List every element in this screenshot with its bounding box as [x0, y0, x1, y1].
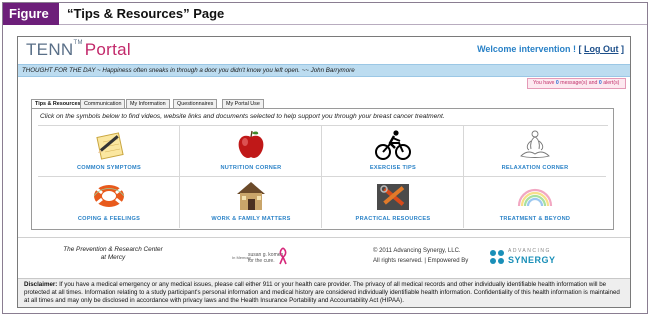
tab-my-information[interactable]: My Information — [126, 99, 170, 108]
category-common-symptoms[interactable]: Common Symptoms — [38, 126, 180, 177]
messages-prefix: You have — [533, 80, 555, 86]
thought-for-the-day: THOUGHT FOR THE DAY ~ Happiness often sn… — [18, 64, 630, 77]
category-label: Coping & feelings — [77, 216, 141, 222]
disclaimer-label: Disclaimer: — [24, 281, 58, 288]
tools-icon — [377, 184, 409, 210]
disclaimer-text: If you have a medical emergency or any m… — [24, 281, 620, 304]
synergy-mark-icon — [490, 250, 504, 264]
logo-tm: TM — [73, 40, 83, 46]
prc-line-2: at Mercy — [100, 254, 126, 261]
figure-badge: Figure — [3, 3, 59, 25]
pink-ribbon-icon — [279, 247, 287, 265]
copyright-line-1: © 2011 Advancing Synergy, LLC. — [373, 248, 461, 254]
komen-logo: In Memory susan g. komen for the cure. — [232, 246, 296, 268]
copyright: © 2011 Advancing Synergy, LLC. All right… — [373, 246, 468, 266]
pencil-notepad-icon — [96, 132, 124, 160]
welcome-area: Welcome intervention ! [ Log Out ] — [477, 44, 624, 54]
category-label: Relaxation Corner — [501, 165, 569, 171]
logout-bracket-close: ] — [621, 44, 624, 54]
category-label: Nutrition Corner — [220, 165, 282, 171]
category-nutrition-corner[interactable]: Nutrition Corner — [180, 126, 322, 177]
logo-main-text: TENN — [26, 40, 74, 59]
welcome-text: Welcome intervention ! — [477, 44, 576, 54]
category-label: Practical Resources — [355, 216, 431, 222]
rainbow-icon — [517, 188, 553, 207]
messages-suffix: alert(s) — [603, 80, 620, 86]
house-icon — [237, 182, 265, 210]
portal-window: TENNTM Portal Welcome intervention ! [ Lo… — [17, 36, 631, 308]
synergy-bottom-text: SYNERGY — [508, 255, 556, 265]
cyclist-icon — [375, 130, 411, 160]
prc-line-1: The Prevention & Research Center — [63, 246, 163, 253]
figure-title: “Tips & Resources” Page — [67, 6, 225, 21]
tips-resources-panel: Click on the symbols below to find video… — [31, 108, 614, 230]
life-ring-icon — [93, 185, 125, 207]
tab-communication[interactable]: Communication — [80, 99, 126, 108]
meditation-icon — [520, 130, 550, 158]
figure-header: Figure “Tips & Resources” Page — [3, 3, 647, 25]
advancing-synergy-logo[interactable]: ADVANCING SYNERGY — [488, 246, 558, 268]
category-exercise-tips[interactable]: Exercise Tips — [322, 126, 464, 177]
category-coping-feelings[interactable]: Coping & feelings — [38, 177, 180, 228]
tab-questionnaires[interactable]: Questionnaires — [173, 99, 218, 108]
category-label: Common Symptoms — [76, 165, 142, 171]
category-treatment-beyond[interactable]: Treatment & Beyond — [464, 177, 606, 228]
copyright-line-2: All rights reserved. | Empowered By — [373, 258, 469, 264]
tab-my-portal-use[interactable]: My Portal Use — [222, 99, 264, 108]
prevention-research-center: The Prevention & Research Center at Merc… — [58, 246, 168, 262]
message-count-link[interactable]: 0 — [556, 80, 559, 86]
category-relaxation-corner[interactable]: Relaxation Corner — [464, 126, 606, 177]
footer: The Prevention & Research Center at Merc… — [18, 237, 630, 277]
top-bar: TENNTM Portal Welcome intervention ! [ Lo… — [18, 37, 630, 63]
tenn-portal-logo[interactable]: TENNTM Portal — [26, 40, 131, 60]
apple-icon — [238, 130, 264, 158]
resource-grid: Common Symptoms Nutrition Corner — [38, 125, 608, 228]
messages-badge: You have 0 message(s) and 0 alert(s) — [527, 78, 626, 89]
messages-middle: message(s) and — [560, 80, 598, 86]
disclaimer: Disclaimer: If you have a medical emerge… — [18, 278, 630, 307]
category-work-family[interactable]: Work & Family Matters — [180, 177, 322, 228]
category-label: Exercise Tips — [369, 165, 417, 171]
alert-count-link[interactable]: 0 — [599, 80, 602, 86]
logout-bracket-open: [ — [578, 44, 582, 54]
synergy-top-text: ADVANCING — [508, 248, 551, 254]
category-label: Work & Family Matters — [211, 216, 291, 222]
category-label: Treatment & Beyond — [499, 216, 571, 222]
category-practical-resources[interactable]: Practical Resources — [322, 177, 464, 228]
logout-link[interactable]: Log Out — [584, 44, 619, 54]
logo-portal-text: Portal — [84, 40, 131, 59]
instructions-text: Click on the symbols below to find video… — [40, 113, 445, 120]
